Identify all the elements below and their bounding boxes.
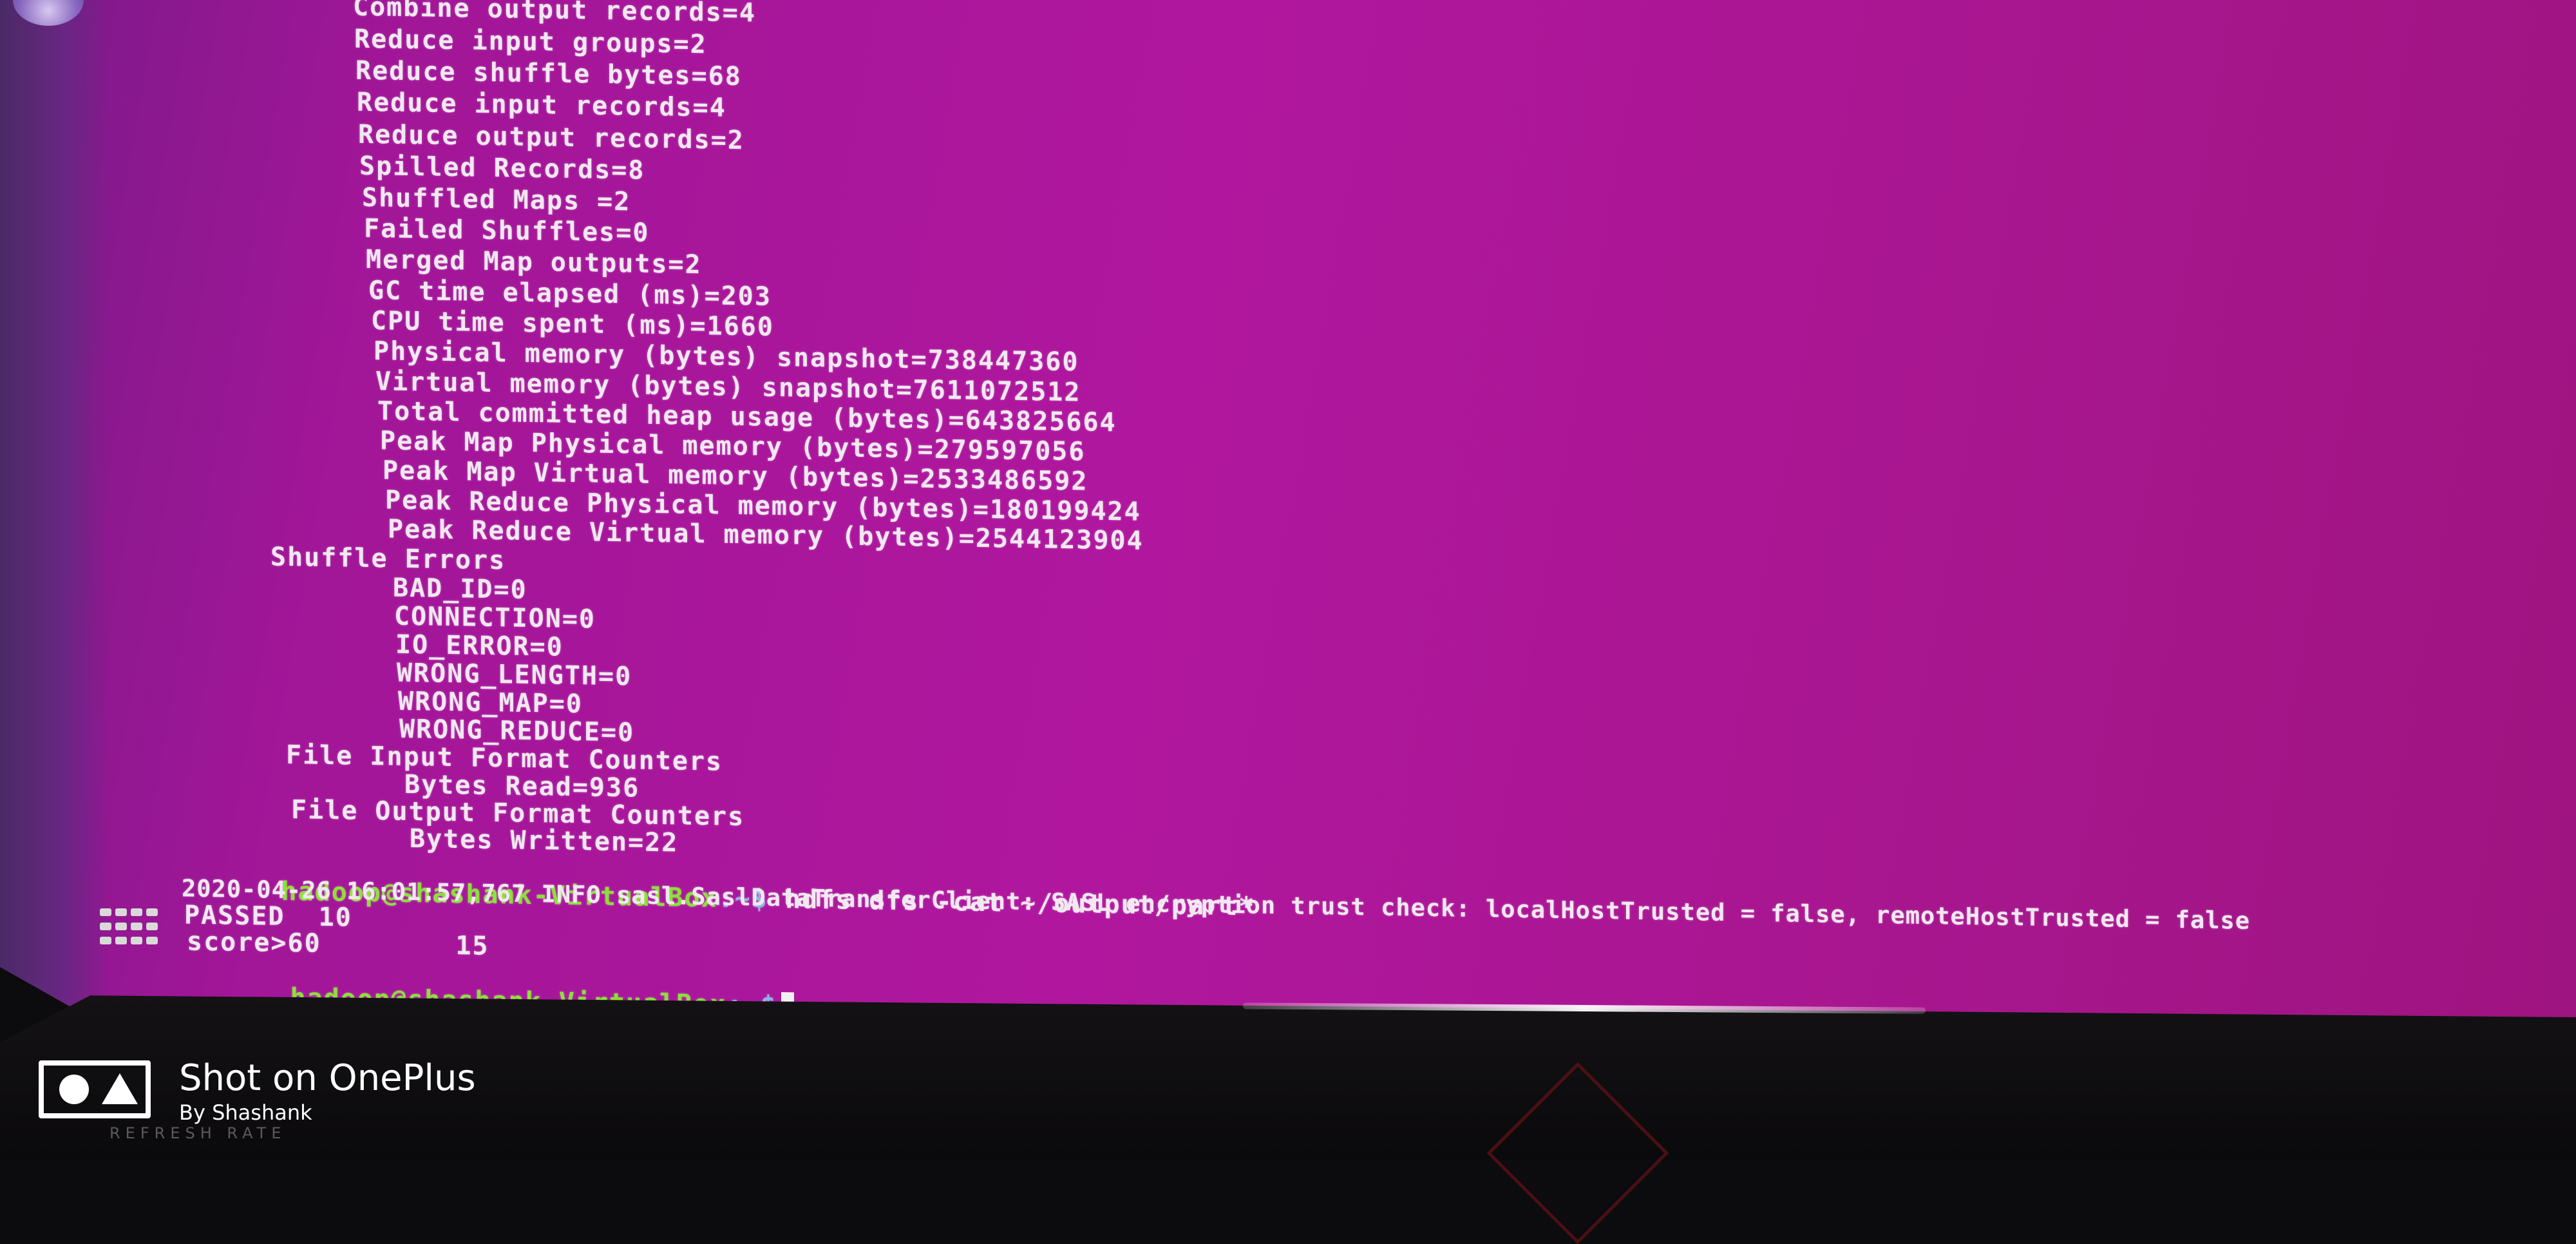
terminal-line: Merged Map outputs=2 bbox=[366, 244, 702, 280]
terminal-line: Reduce shuffle bytes=68 bbox=[355, 55, 742, 92]
terminal-line: WRONG_MAP=0 bbox=[398, 686, 583, 720]
terminal-line: Reduce output records=2 bbox=[358, 119, 744, 156]
terminal-line: Combine output records=4 bbox=[353, 0, 756, 28]
terminal-line: GC time elapsed (ms)=203 bbox=[368, 275, 772, 312]
oneplus-camera-logo-icon bbox=[39, 1060, 151, 1118]
terminal-line: Reduce input groups=2 bbox=[354, 24, 707, 60]
bezel-brand-text: REFRESH RATE bbox=[109, 1124, 287, 1142]
terminal-section-header: Shuffle Errors bbox=[270, 542, 506, 576]
terminal-line: Failed Shuffles=0 bbox=[364, 213, 650, 248]
watermark-title: Shot on OnePlus bbox=[179, 1057, 476, 1099]
terminal-line: Reduce input records=4 bbox=[357, 87, 726, 123]
terminal-line: WRONG_LENGTH=0 bbox=[397, 658, 632, 692]
terminal-line: IO_ERROR=0 bbox=[395, 629, 564, 662]
terminal-line: Shuffled Maps =2 bbox=[362, 182, 631, 217]
monitor-screen: Combine output records=4 Reduce input gr… bbox=[0, 0, 2576, 1018]
watermark-subtitle: By Shashank bbox=[179, 1100, 312, 1125]
terminal-line: CPU time spent (ms)=1660 bbox=[371, 306, 774, 342]
terminal-window[interactable]: Combine output records=4 Reduce input gr… bbox=[0, 0, 2576, 1018]
terminal-line: Spilled Records=8 bbox=[359, 151, 645, 186]
terminal-line: CONNECTION=0 bbox=[394, 601, 596, 635]
terminal-line: BAD_ID=0 bbox=[393, 573, 527, 605]
